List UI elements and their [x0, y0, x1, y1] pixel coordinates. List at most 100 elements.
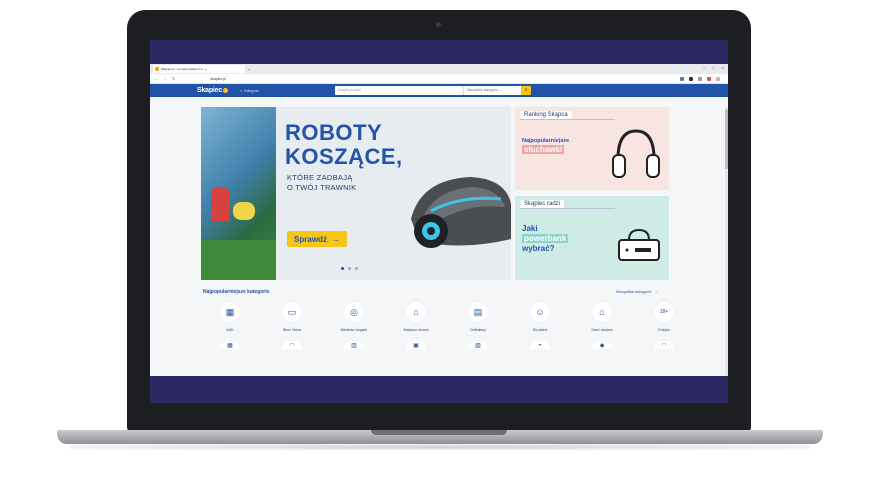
carousel-dots — [341, 267, 358, 270]
maximize-button[interactable]: □ — [712, 65, 714, 70]
search-button[interactable]: ⌕ — [521, 86, 531, 95]
tab-title: Skapiec.pl - porownywarka cen — [161, 67, 203, 71]
category-icon: ▦ — [220, 341, 240, 349]
powerbank-icon — [618, 228, 660, 261]
screen-bottom-band — [150, 376, 728, 403]
product-mockup: Skapiec.pl - porownywarka cen × + – □ × … — [0, 0, 879, 482]
search-icon: ⌕ — [524, 87, 528, 93]
hero-subtitle: KTÓRE ZADBAJĄ O TWÓJ TRAWNIK — [287, 173, 356, 193]
section-title: Najpopularniejsze kategorie — [203, 289, 270, 295]
hero-player — [211, 187, 229, 221]
sofa-icon: ⌂ — [592, 302, 612, 322]
category-item[interactable]: ☺ Dla dzieci — [515, 302, 565, 332]
laptop-screen: Skapiec.pl - porownywarka cen × + – □ × … — [150, 40, 728, 403]
category-row: ▦ AGD ▭ Biuro i firma ◎ Biżuteria i zegarki… — [205, 302, 689, 332]
address-bar: ← → ↻ skapiec.pl — [150, 74, 728, 84]
category-item[interactable]: ▧ — [453, 341, 503, 349]
camera-icon — [436, 22, 441, 27]
category-item[interactable]: ▦ — [205, 341, 255, 349]
category-select[interactable]: Wszystkie kategorie ⌄ — [463, 86, 521, 95]
extension-icon[interactable] — [680, 76, 684, 81]
category-row-partial: ▦ ◠ ▥ ▣ ▧ ◒ ◆ ◠ — [205, 341, 689, 349]
logo-mark-icon — [223, 87, 229, 93]
laptop-shadow — [70, 444, 810, 450]
tab-bar: Skapiec.pl - porownywarka cen × + – □ × — [150, 64, 728, 74]
category-item[interactable]: ▦ AGD — [205, 302, 255, 332]
category-item[interactable]: ◠ — [639, 341, 689, 349]
browser-tab[interactable]: Skapiec.pl - porownywarka cen × — [153, 65, 245, 73]
hero-grass — [201, 240, 276, 280]
screen-top-band — [150, 40, 728, 64]
category-item[interactable]: 18+ Erotyka — [639, 302, 689, 332]
menu-icon[interactable] — [716, 76, 720, 81]
category-label: Budowa i remont — [403, 328, 429, 332]
new-tab-button[interactable]: + — [248, 67, 250, 72]
minimize-button[interactable]: – — [703, 65, 705, 70]
card-text: wybrać? — [522, 244, 555, 253]
category-item[interactable]: ⌂ Dom i wnętrze — [577, 302, 627, 332]
close-tab-icon[interactable]: × — [205, 67, 207, 72]
window-controls: – □ × — [703, 65, 724, 70]
hero-title-line: KOSZĄCE, — [285, 144, 403, 169]
extension-icon[interactable] — [689, 76, 693, 81]
category-item[interactable]: ◎ Biżuteria i zegarki — [329, 302, 379, 332]
category-item[interactable]: ◠ — [267, 341, 317, 349]
carousel-dot[interactable] — [341, 267, 344, 270]
logo-text: Skapiec — [197, 87, 223, 94]
extension-icon[interactable] — [698, 76, 702, 81]
category-icon: ◒ — [530, 341, 550, 349]
category-select-label: Wszystkie kategorie — [467, 88, 499, 92]
hero-banner[interactable]: ROBOTY KOSZĄCE, KTÓRE ZADBAJĄ O TWÓJ TRA… — [201, 107, 511, 280]
card-divider — [520, 208, 615, 209]
category-label: Biuro i firma — [283, 328, 301, 332]
site-logo[interactable]: Skapiec — [197, 87, 229, 94]
category-item[interactable]: ◒ — [515, 341, 565, 349]
card-highlight: słuchawki — [522, 145, 565, 154]
category-item[interactable]: ◆ — [577, 341, 627, 349]
category-label: Dla dzieci — [532, 328, 548, 332]
all-categories-link[interactable]: Wszystkie kategorie → — [616, 289, 659, 294]
category-icon: ▥ — [344, 341, 364, 349]
carousel-dot[interactable] — [355, 267, 358, 270]
close-window-button[interactable]: × — [722, 65, 724, 70]
category-item[interactable]: ▥ — [329, 341, 379, 349]
category-icon: ▧ — [468, 341, 488, 349]
card-tag: Ranking Skąpca — [520, 111, 572, 119]
arrow-right-icon: → — [654, 289, 659, 294]
hero-football-image — [201, 107, 276, 280]
robot-mower-image — [411, 177, 511, 248]
forward-icon[interactable]: → — [163, 76, 167, 81]
back-icon[interactable]: ← — [154, 76, 158, 81]
powerbank-guide-card[interactable]: Skąpiec radzi Jaki powerbank wybrać? — [515, 196, 669, 280]
scrollbar-thumb[interactable] — [725, 109, 728, 169]
url-field[interactable]: skapiec.pl — [210, 77, 226, 81]
watch-icon: ◎ — [344, 302, 364, 322]
category-item[interactable]: ▭ Biuro i firma — [267, 302, 317, 332]
categories-link[interactable]: ≡ Kategorie — [240, 89, 259, 93]
category-item[interactable]: ⌂ Budowa i remont — [391, 302, 441, 332]
browser-window: Skapiec.pl - porownywarka cen × + – □ × … — [150, 64, 728, 376]
extension-icon[interactable] — [707, 76, 711, 81]
arrow-right-icon: → — [331, 234, 340, 244]
hamburger-icon: ≡ — [240, 88, 243, 93]
card-tag: Skąpiec radzi — [520, 200, 565, 208]
hero-cta-button[interactable]: Sprawdź → — [287, 231, 347, 247]
category-icon: ◆ — [592, 341, 612, 349]
category-item[interactable]: ▤ Delikatesy — [453, 302, 503, 332]
category-item[interactable]: ▣ — [391, 341, 441, 349]
appliance-icon: ▦ — [220, 302, 240, 322]
headphones-ranking-card[interactable]: Ranking Skąpca Najpopularniejsze słuchaw… — [515, 107, 669, 190]
all-categories-label: Wszystkie kategorie — [616, 289, 652, 294]
hero-cta-label: Sprawdź — [294, 234, 327, 244]
deli-icon: ▤ — [468, 302, 488, 322]
search-input[interactable]: Znajdź produkt — [335, 86, 463, 95]
category-label: Dom i wnętrze — [591, 328, 613, 332]
category-label: Erotyka — [658, 328, 670, 332]
carousel-dot[interactable] — [348, 267, 351, 270]
card-text: Jaki — [522, 224, 538, 233]
scrollbar[interactable] — [725, 107, 728, 376]
category-label: Biżuteria i zegarki — [340, 328, 368, 332]
reload-icon[interactable]: ↻ — [172, 76, 175, 81]
adult-icon: 18+ — [654, 302, 674, 322]
category-icon: ◠ — [654, 341, 674, 349]
